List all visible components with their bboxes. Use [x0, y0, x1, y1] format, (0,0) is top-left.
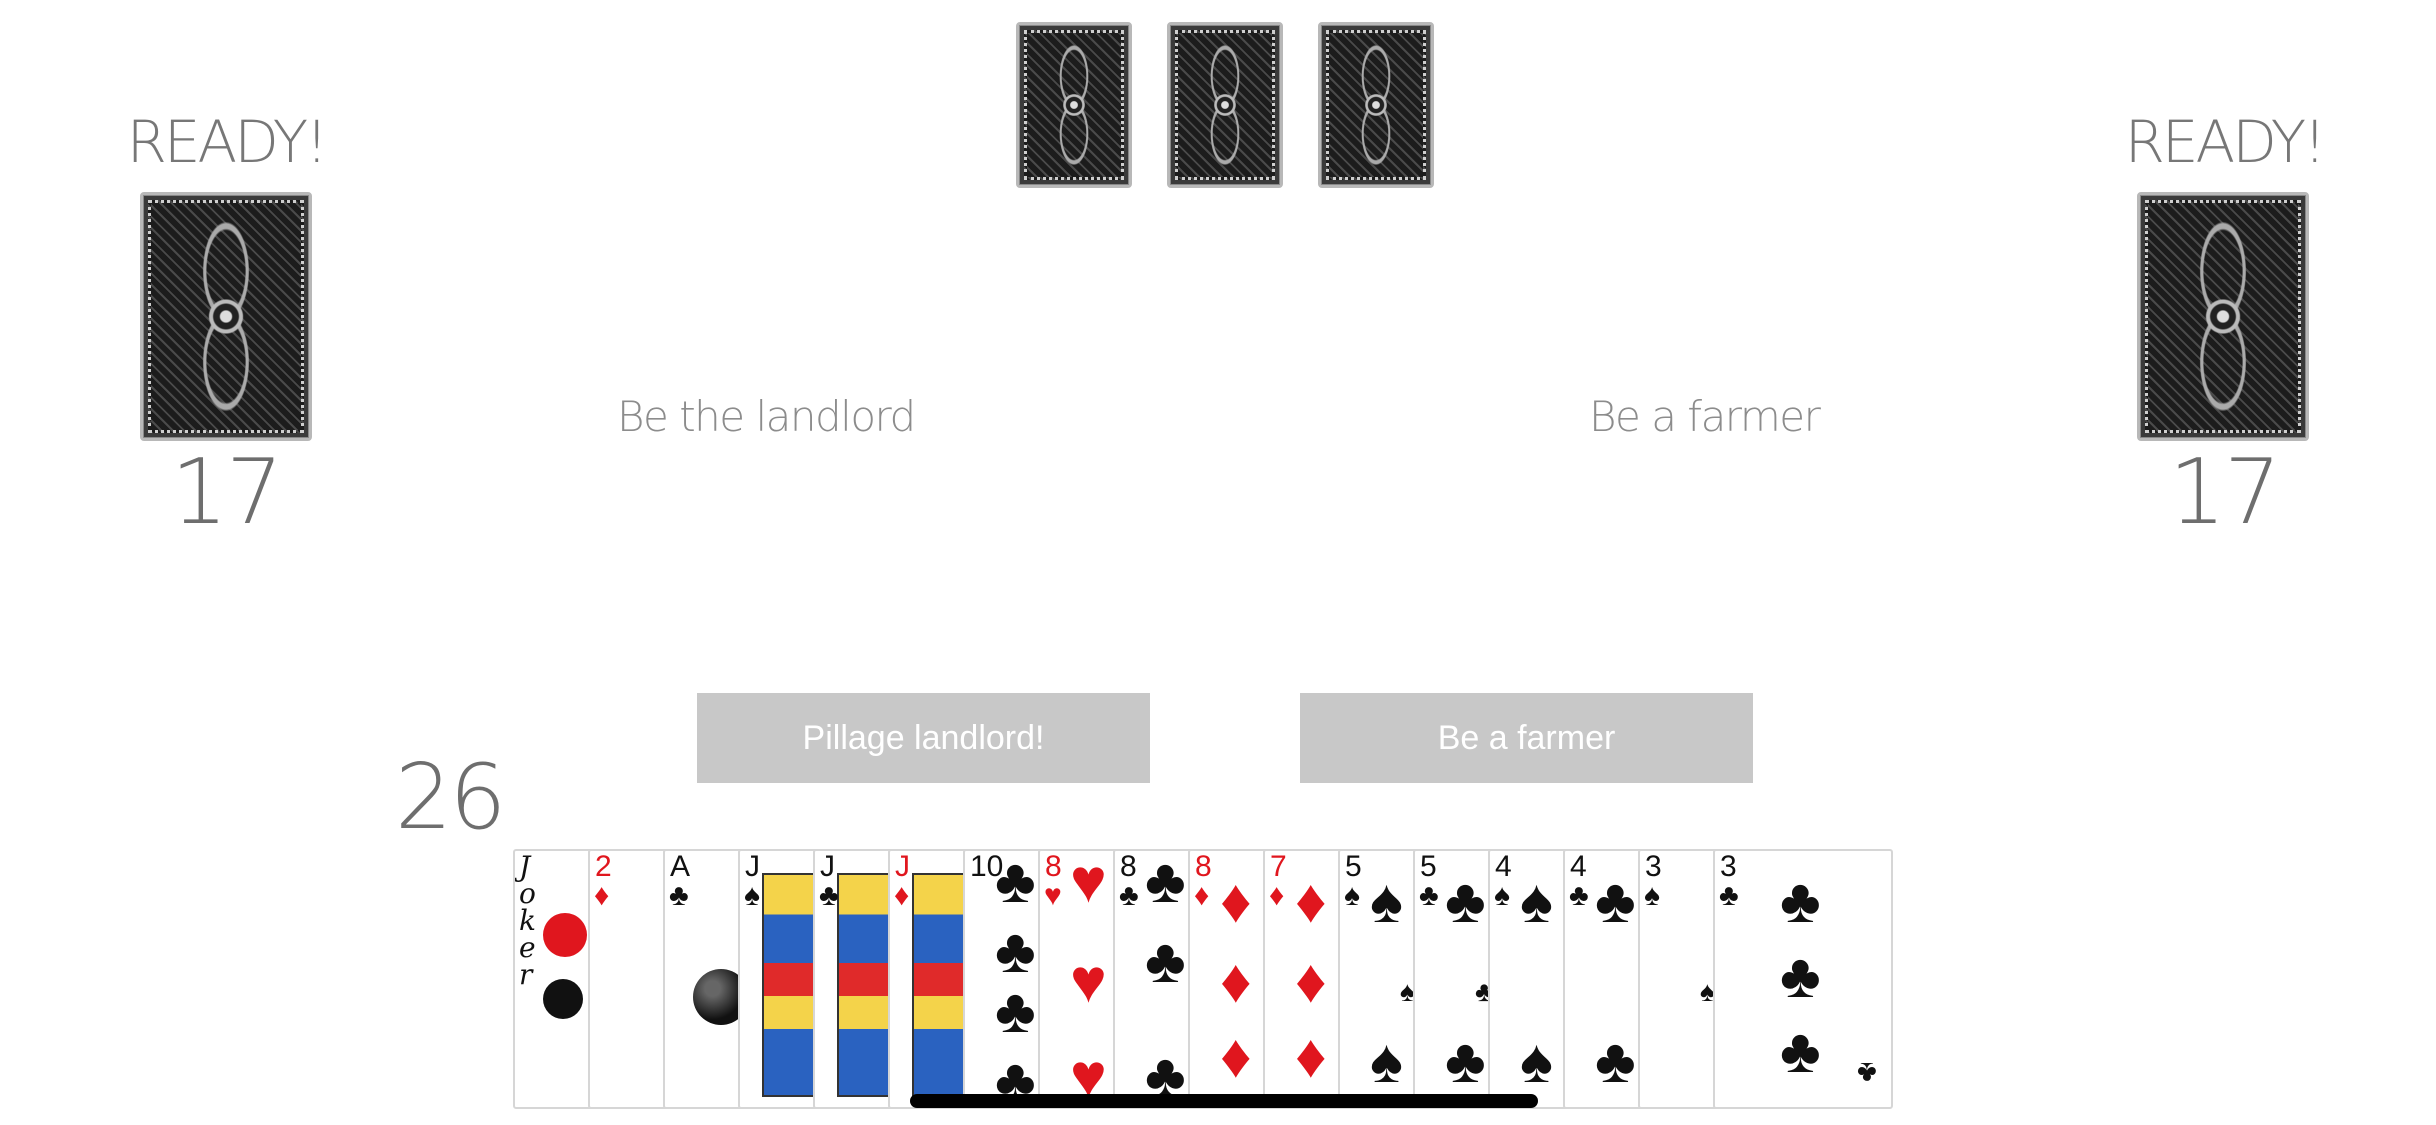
- club-pip-icon: ♣: [995, 917, 1036, 986]
- hand-card-3-clubs[interactable]: 3 ♣ ♣ ♣ ♣ ♣: [1713, 849, 1893, 1109]
- diamond-pip-icon: ♦: [1220, 947, 1252, 1016]
- joker-club-icon: [543, 979, 583, 1019]
- card-suit-icon: ♦: [1194, 879, 1210, 912]
- left-player-choice: Be the landlord: [617, 392, 916, 441]
- be-farmer-button[interactable]: Be a farmer: [1300, 693, 1753, 783]
- card-suit-icon: ♦: [1269, 879, 1285, 912]
- card-suit-icon: ♦: [894, 879, 910, 912]
- club-pip-icon: ♣: [1145, 927, 1186, 996]
- card-suit-icon: ♠: [1644, 879, 1660, 912]
- right-player-choice: Be a farmer: [1589, 392, 1821, 441]
- spade-pip-icon: ♠: [1370, 1027, 1403, 1096]
- bonus-card-back-1: [1016, 22, 1132, 188]
- game-table: READY! 17 READY! 17 Be the landlord Be a…: [0, 0, 2436, 1125]
- left-player-status: READY!: [126, 108, 329, 176]
- joker-heart-icon: [543, 913, 587, 957]
- club-pip-icon: ♣: [1445, 867, 1486, 936]
- diamond-pip-icon: ♦: [1220, 867, 1252, 936]
- bonus-card-back-3: [1318, 22, 1434, 188]
- card-suit-icon: ♠: [744, 879, 760, 912]
- diamond-pip-icon: ♦: [1220, 1022, 1252, 1091]
- club-pip-icon: ♣: [1595, 1027, 1636, 1096]
- card-suit-icon: ♣: [1119, 879, 1139, 912]
- club-pip-icon: ♣: [1445, 1027, 1486, 1096]
- club-pip-icon: ♣: [1595, 867, 1636, 936]
- left-player-card-count: 17: [170, 440, 284, 545]
- card-suit-icon: ♣: [1569, 879, 1589, 912]
- right-player-card-back: [2137, 192, 2309, 441]
- card-suit-icon: ♣: [669, 879, 689, 912]
- spade-pip-icon: ♠: [1370, 867, 1403, 936]
- heart-pip-icon: ♥: [1070, 947, 1107, 1016]
- club-pip-icon: ♣: [995, 977, 1036, 1046]
- spade-pip-icon: ♠: [1520, 867, 1553, 936]
- card-suit-icon: ♣: [819, 879, 839, 912]
- pillage-landlord-button[interactable]: Pillage landlord!: [697, 693, 1150, 783]
- bonus-card-back-2: [1167, 22, 1283, 188]
- card-suit-icon: ♣: [1419, 879, 1439, 912]
- home-indicator-bar[interactable]: [910, 1094, 1538, 1108]
- card-rank: Joker: [519, 850, 536, 991]
- club-pip-icon: ♣: [995, 849, 1036, 916]
- right-player-status: READY!: [2124, 108, 2327, 176]
- club-pip-icon: ♣: [1857, 1056, 1877, 1089]
- club-pip-icon: ♣: [1145, 849, 1186, 916]
- diamond-pip-icon: ♦: [1295, 867, 1327, 936]
- card-suit-icon: ♣: [1719, 879, 1739, 912]
- card-suit-icon: ♦: [594, 879, 610, 912]
- club-pip-icon: ♣: [1780, 867, 1821, 936]
- diamond-pip-icon: ♦: [1295, 947, 1327, 1016]
- club-pip-icon: ♣: [1780, 1017, 1821, 1086]
- right-player-card-count: 17: [2168, 440, 2282, 545]
- card-suit-icon: ♠: [1494, 879, 1510, 912]
- diamond-pip-icon: ♦: [1295, 1022, 1327, 1091]
- card-suit-icon: ♠: [1344, 879, 1360, 912]
- heart-pip-icon: ♥: [1070, 849, 1107, 916]
- card-suit-icon: ♥: [1044, 879, 1062, 912]
- my-card-count: 26: [395, 745, 507, 850]
- left-player-card-back: [140, 192, 312, 441]
- player-hand: Joker 2 ♦ A ♣ J ♠ J ♣ J ♦ 10 ♣ ♣ ♣ ♣ 8 ♥…: [513, 849, 1900, 1112]
- spade-pip-icon: ♠: [1520, 1027, 1553, 1096]
- club-pip-icon: ♣: [1780, 942, 1821, 1011]
